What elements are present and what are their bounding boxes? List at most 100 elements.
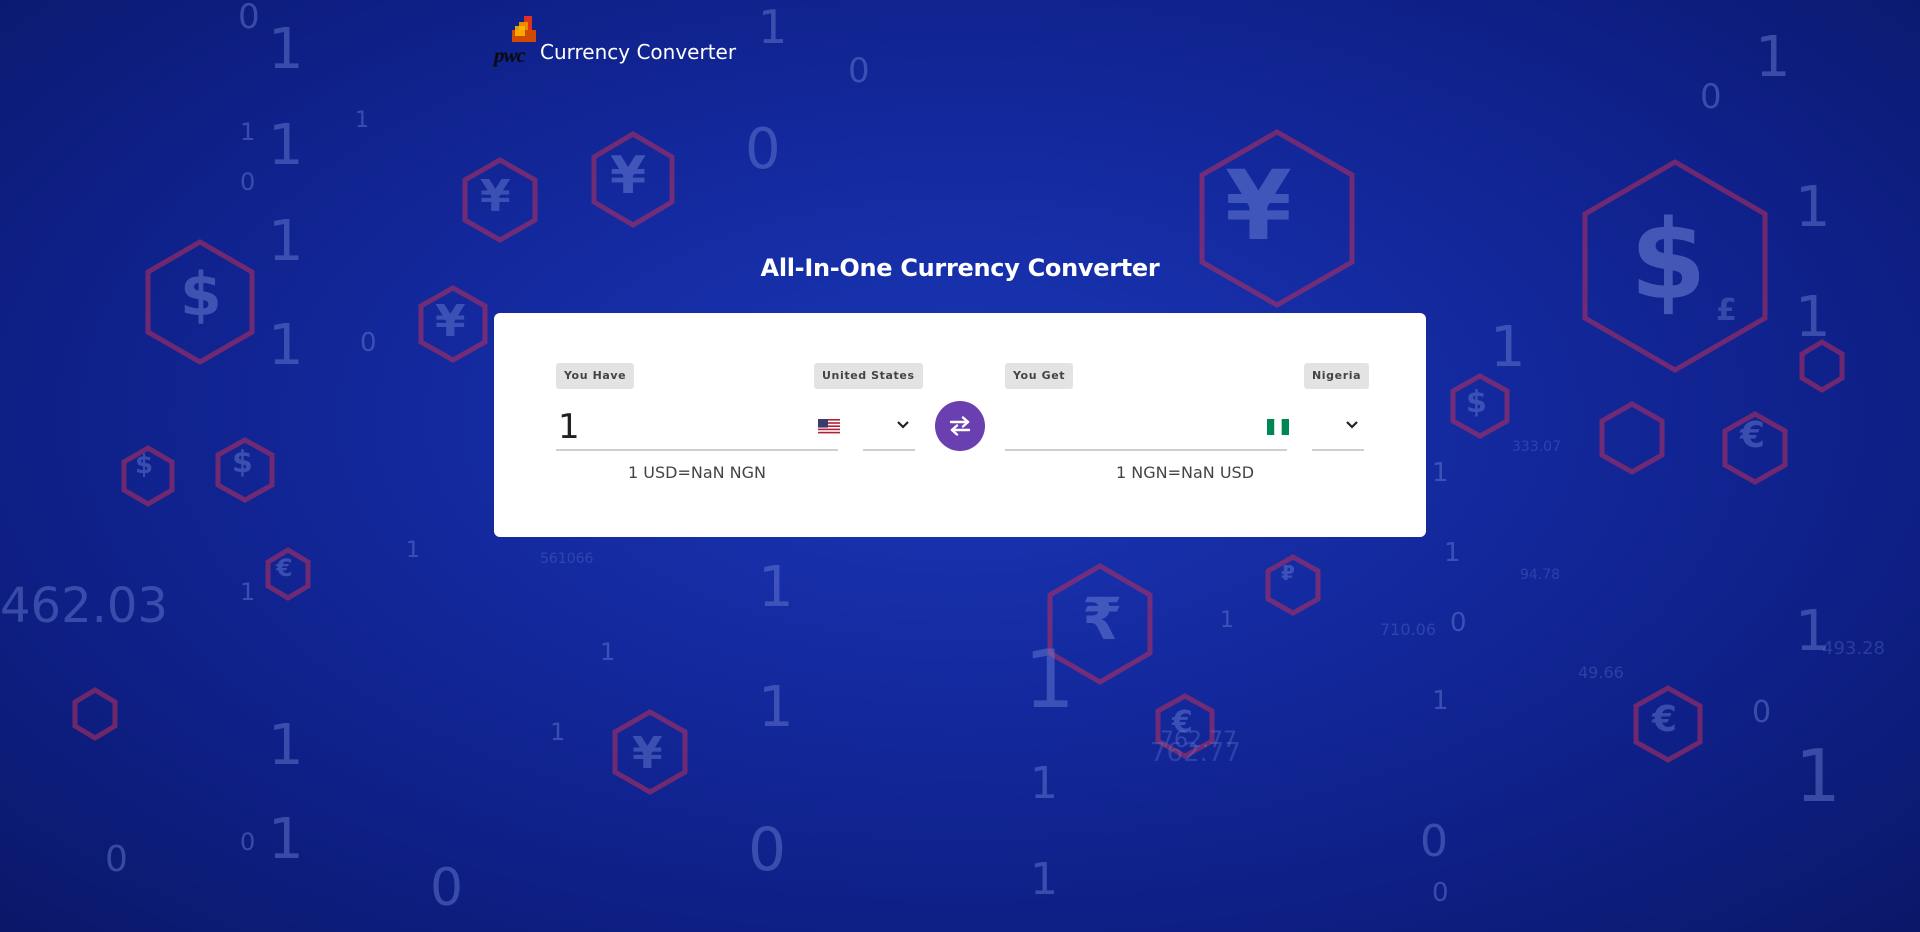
bg-yen-symbol: ¥ xyxy=(1225,150,1292,262)
bg-digit: 1 xyxy=(1220,608,1234,633)
bg-digit: 1 xyxy=(268,807,304,872)
bg-digit: 1 xyxy=(758,0,788,54)
us-flag-icon xyxy=(818,419,840,435)
bg-digit: 1 xyxy=(1795,285,1831,350)
bg-digit: 1 xyxy=(1030,758,1058,809)
to-country-label: Nigeria xyxy=(1304,363,1370,389)
hex-euro-right xyxy=(1633,685,1703,763)
hex-ruble xyxy=(1265,554,1321,616)
bg-digit: 1 xyxy=(1795,175,1831,240)
page-title: All-In-One Currency Converter xyxy=(760,254,1160,282)
bg-yen-symbol-small: ¥ xyxy=(480,171,511,222)
bg-digit: 1 xyxy=(406,538,420,563)
bg-digit: 1 xyxy=(268,113,304,178)
bg-digit: 1 xyxy=(1755,25,1791,90)
bg-digit: 0 xyxy=(745,117,781,182)
bg-digit: 1 xyxy=(240,118,256,146)
app-title: Currency Converter xyxy=(540,40,737,64)
bg-digit: 1 xyxy=(1444,538,1461,568)
bg-digit: 1 xyxy=(758,555,794,620)
nigeria-flag-icon xyxy=(1267,419,1289,435)
bg-number: 333.07 xyxy=(1512,439,1561,455)
to-amount-field[interactable] xyxy=(1005,405,1289,451)
bg-digit: 0 xyxy=(848,51,870,91)
bg-number: 710.06 xyxy=(1380,620,1436,639)
hex-yen-top xyxy=(591,131,675,228)
bg-digit: 0 xyxy=(1450,608,1467,638)
swap-arrows-icon xyxy=(949,416,971,436)
bg-digit: 1 xyxy=(1432,686,1449,716)
hex-yen-bottom xyxy=(612,709,688,795)
pwc-logo-text: pwc xyxy=(494,43,526,67)
bg-dollar-symbol-small-2: $ xyxy=(135,450,154,480)
from-rate-text: 1 USD=NaN NGN xyxy=(627,463,767,482)
bg-digit: 1 xyxy=(1795,599,1831,664)
bg-number: 493.28 xyxy=(1822,638,1885,659)
bg-digit: 0 xyxy=(1752,695,1772,730)
bg-number-dup: 762.77 xyxy=(1150,738,1241,768)
hex-euro-tiny xyxy=(265,547,311,601)
chevron-down-icon xyxy=(1346,421,1358,429)
bg-digit: 0 xyxy=(240,828,256,856)
hex-dollar-small-2 xyxy=(215,437,275,503)
pwc-logo: pwc xyxy=(492,14,538,70)
bg-number: 462.03 xyxy=(0,578,168,634)
to-amount-input[interactable] xyxy=(1005,405,1257,449)
bg-digit: 0 xyxy=(1432,878,1449,908)
bg-dollar-symbol-right: $ xyxy=(1466,385,1487,420)
bg-rupee-symbol: ₹ xyxy=(1082,585,1123,653)
bg-euro-symbol-tiny: € xyxy=(276,554,293,582)
bg-dollar-symbol-small: $ xyxy=(232,445,253,480)
to-currency-select[interactable] xyxy=(1312,405,1364,451)
bg-digit: 1 xyxy=(268,713,304,778)
bg-yen-symbol-left: ¥ xyxy=(435,296,466,347)
hex-euro-far xyxy=(1722,411,1788,485)
you-have-label: You Have xyxy=(556,363,635,389)
bg-digit: 1 xyxy=(268,17,304,82)
bg-digit: 1 xyxy=(1432,458,1449,488)
to-rate-text: 1 NGN=NaN USD xyxy=(1115,463,1255,482)
swap-button[interactable] xyxy=(935,401,985,451)
hex-dollar-small xyxy=(121,445,175,507)
bg-digit: 0 xyxy=(1700,77,1722,117)
hex-dot-right xyxy=(1599,401,1665,475)
bg-euro-symbol-mid: € xyxy=(1172,705,1193,740)
hex-rupee xyxy=(1047,563,1153,685)
bg-digit: 0 xyxy=(240,168,256,196)
bg-ruble-symbol: ₽ xyxy=(1281,561,1295,585)
from-amount-field[interactable] xyxy=(556,405,840,451)
bg-digit: 1 xyxy=(758,675,794,740)
bg-digit: 1 xyxy=(1030,854,1058,905)
bg-digit: 1 xyxy=(1795,734,1841,818)
from-amount-input[interactable] xyxy=(556,405,808,449)
converter-card: You Have United States 1 USD=NaN NGN xyxy=(494,313,1426,537)
from-currency-select[interactable] xyxy=(863,405,915,451)
bg-digit: 1 xyxy=(550,718,566,746)
bg-digit: 1 xyxy=(600,638,616,666)
hex-euro-mid xyxy=(1155,693,1215,759)
bg-number: 49.66 xyxy=(1578,663,1624,682)
bg-euro-symbol-far: € xyxy=(1740,415,1766,456)
hex-yen-small xyxy=(462,157,538,243)
chevron-down-icon xyxy=(897,421,909,429)
bg-digit: 0 xyxy=(1420,816,1448,867)
bg-yen-symbol-top: ¥ xyxy=(610,146,647,206)
bg-digit: 0 xyxy=(238,0,260,37)
bg-digit: 1 xyxy=(268,313,304,378)
bg-digit: 0 xyxy=(430,858,464,918)
bg-digit: 0 xyxy=(105,839,128,880)
brand[interactable]: pwc Currency Converter xyxy=(492,10,736,70)
bg-yen-symbol-bottom: ¥ xyxy=(632,728,663,779)
from-country-label: United States xyxy=(814,363,923,389)
bg-digit: 0 xyxy=(748,815,787,885)
hex-yen-left xyxy=(418,285,488,363)
hex-dollar-right xyxy=(1450,373,1510,439)
you-get-label: You Get xyxy=(1005,363,1074,389)
bg-number: 561066 xyxy=(540,551,594,567)
hex-dollar-tiny xyxy=(72,687,118,741)
bg-digit: 0 xyxy=(360,328,377,358)
bg-digit: 1 xyxy=(1024,633,1075,726)
bg-digit: 1 xyxy=(1490,315,1526,380)
bg-euro-symbol: € xyxy=(1652,699,1678,740)
bg-digit: 1 xyxy=(240,578,256,606)
